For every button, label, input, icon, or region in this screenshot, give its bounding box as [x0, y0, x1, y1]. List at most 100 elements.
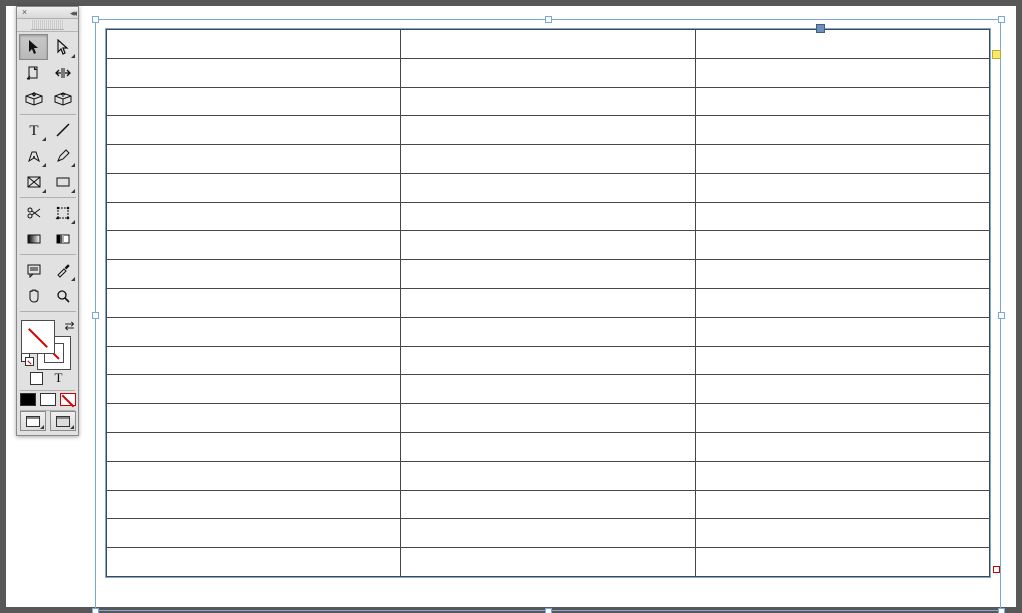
table-cell[interactable]	[695, 58, 989, 87]
table-cell[interactable]	[401, 461, 695, 490]
default-fill-stroke-icon[interactable]	[21, 353, 35, 367]
formatting-affects-text[interactable]: T	[51, 370, 67, 386]
table-cell[interactable]	[695, 346, 989, 375]
table-cell[interactable]	[695, 490, 989, 519]
table-cell[interactable]	[401, 346, 695, 375]
table-cell[interactable]	[107, 145, 401, 174]
table-row[interactable]	[107, 58, 990, 87]
collapse-icon[interactable]: ◂◂	[70, 8, 75, 19]
panel-header[interactable]: × ◂◂	[17, 7, 78, 19]
table-cell[interactable]	[401, 87, 695, 116]
table-cell[interactable]	[107, 202, 401, 231]
swap-fill-stroke-icon[interactable]: ⇄	[64, 319, 74, 333]
gradient-swatch-tool[interactable]	[19, 226, 48, 252]
table-row[interactable]	[107, 404, 990, 433]
table-cell[interactable]	[107, 404, 401, 433]
table-row[interactable]	[107, 548, 990, 577]
table-cell[interactable]	[695, 30, 989, 59]
table-row[interactable]	[107, 375, 990, 404]
table-cell[interactable]	[401, 317, 695, 346]
formatting-affects-container[interactable]	[29, 370, 45, 386]
table-cell[interactable]	[695, 317, 989, 346]
selection-handle-bm[interactable]	[545, 608, 552, 613]
selection-handle-tm[interactable]	[545, 16, 552, 23]
table-row[interactable]	[107, 30, 990, 59]
table-cell[interactable]	[695, 289, 989, 318]
table-row[interactable]	[107, 317, 990, 346]
apply-color-icon[interactable]	[20, 393, 36, 406]
selection-handle-br[interactable]	[998, 608, 1005, 613]
table-cell[interactable]	[401, 519, 695, 548]
table-cell[interactable]	[695, 231, 989, 260]
table-row[interactable]	[107, 289, 990, 318]
type-tool[interactable]: T	[19, 117, 48, 143]
table-cell[interactable]	[107, 30, 401, 59]
content-collector-tool[interactable]	[19, 86, 48, 112]
free-transform-tool[interactable]	[48, 200, 77, 226]
rectangle-tool[interactable]	[48, 169, 77, 195]
document-table[interactable]	[106, 29, 990, 577]
table-cell[interactable]	[401, 173, 695, 202]
table-cell[interactable]	[107, 519, 401, 548]
table-row[interactable]	[107, 346, 990, 375]
table-cell[interactable]	[107, 375, 401, 404]
table-cell[interactable]	[107, 289, 401, 318]
table-row[interactable]	[107, 145, 990, 174]
selection-handle-mr[interactable]	[998, 312, 1005, 319]
scissors-tool[interactable]	[19, 200, 48, 226]
table-cell[interactable]	[107, 461, 401, 490]
table-cell[interactable]	[107, 317, 401, 346]
page-tool[interactable]	[19, 60, 48, 86]
selection-handle-ml[interactable]	[92, 312, 99, 319]
table-row[interactable]	[107, 231, 990, 260]
eyedropper-tool[interactable]	[48, 257, 77, 283]
gradient-feather-tool[interactable]	[48, 226, 77, 252]
selection-handle-tr[interactable]	[998, 16, 1005, 23]
table-cell[interactable]	[107, 116, 401, 145]
table-cell[interactable]	[107, 87, 401, 116]
selection-handle-tl[interactable]	[92, 16, 99, 23]
table-cell[interactable]	[107, 490, 401, 519]
table-cell[interactable]	[401, 375, 695, 404]
table-cell[interactable]	[695, 87, 989, 116]
table-cell[interactable]	[107, 548, 401, 577]
text-out-port[interactable]	[993, 566, 1000, 573]
table-row[interactable]	[107, 116, 990, 145]
table-cell[interactable]	[107, 173, 401, 202]
table-cell[interactable]	[107, 58, 401, 87]
table-cell[interactable]	[401, 30, 695, 59]
table-cell[interactable]	[401, 58, 695, 87]
table-row[interactable]	[107, 490, 990, 519]
table-cell[interactable]	[401, 289, 695, 318]
table-cell[interactable]	[401, 548, 695, 577]
tools-panel[interactable]: × ◂◂	[16, 6, 79, 436]
reference-point-indicator[interactable]	[992, 50, 1001, 59]
table-row[interactable]	[107, 87, 990, 116]
table-row[interactable]	[107, 202, 990, 231]
content-placer-tool[interactable]	[48, 86, 77, 112]
table-cell[interactable]	[401, 116, 695, 145]
table-cell[interactable]	[695, 548, 989, 577]
panel-grip[interactable]	[17, 19, 78, 32]
zoom-tool[interactable]	[48, 283, 77, 309]
table-cell[interactable]	[107, 346, 401, 375]
table-cell[interactable]	[401, 260, 695, 289]
table-cell[interactable]	[695, 145, 989, 174]
direct-selection-tool[interactable]	[48, 34, 77, 60]
table-cell[interactable]	[107, 231, 401, 260]
close-icon[interactable]: ×	[19, 7, 30, 18]
selection-tool[interactable]	[19, 34, 48, 60]
table-cell[interactable]	[107, 260, 401, 289]
table-cell[interactable]	[401, 432, 695, 461]
rectangle-frame-tool[interactable]	[19, 169, 48, 195]
preview-view-mode[interactable]	[50, 411, 76, 431]
table-cell[interactable]	[695, 404, 989, 433]
apply-gradient-icon[interactable]	[40, 393, 56, 406]
table-cell[interactable]	[401, 404, 695, 433]
table-cell[interactable]	[107, 432, 401, 461]
table-row[interactable]	[107, 461, 990, 490]
line-tool[interactable]	[48, 117, 77, 143]
pen-tool[interactable]	[19, 143, 48, 169]
table-cell[interactable]	[695, 202, 989, 231]
table-cell[interactable]	[401, 145, 695, 174]
